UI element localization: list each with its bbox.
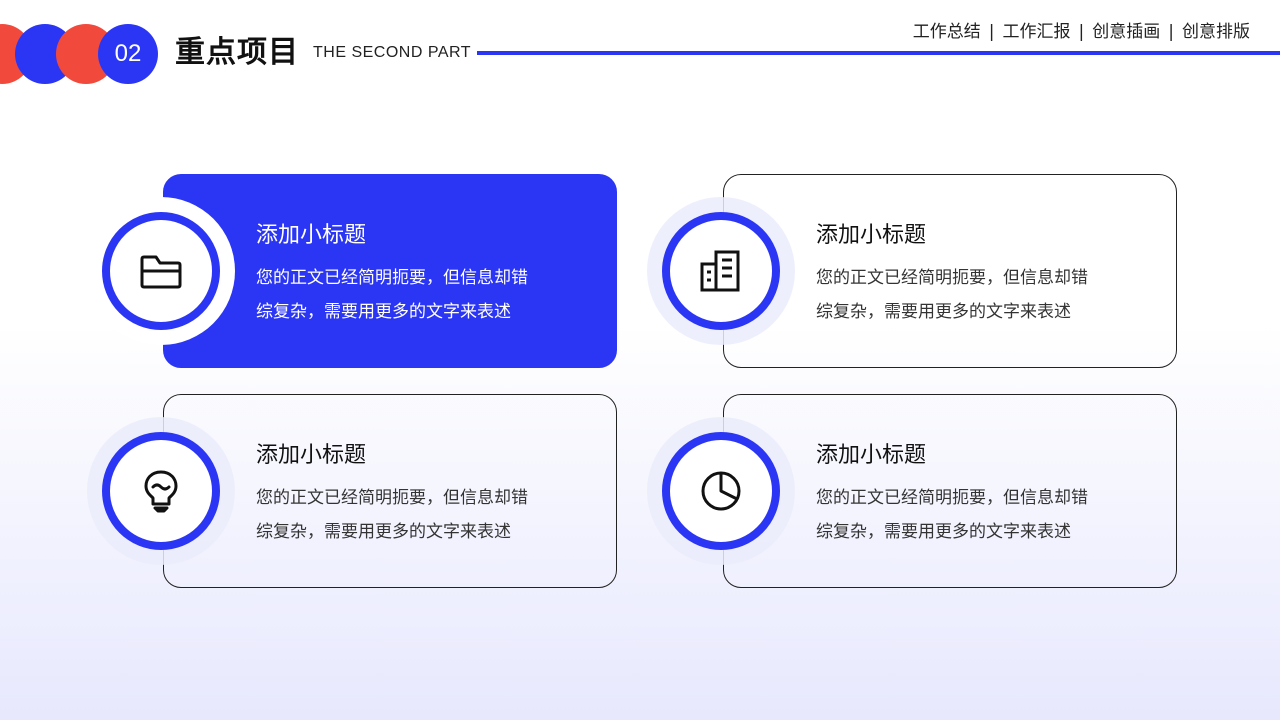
card-body-line: 综复杂，需要用更多的文字来表述: [816, 302, 1071, 322]
nav-item-creative-layout[interactable]: 创意排版: [1182, 20, 1250, 44]
card-body-line: 综复杂，需要用更多的文字来表述: [816, 522, 1071, 542]
nav-item-work-report[interactable]: 工作汇报: [1003, 20, 1071, 44]
card-body: 您的正文已经简明扼要，但信息却错 综复杂，需要用更多的文字来表述: [816, 481, 1146, 549]
icon-badge: [662, 212, 780, 330]
nav-separator: |: [1078, 22, 1085, 42]
card-body-line: 综复杂，需要用更多的文字来表述: [256, 522, 511, 542]
nav-separator: |: [1168, 22, 1174, 42]
card-title: 添加小标题: [816, 443, 927, 468]
card-title: 添加小标题: [816, 223, 927, 248]
card-body-line: 综复杂，需要用更多的文字来表述: [256, 302, 511, 322]
lightbulb-icon: [144, 470, 178, 513]
building-icon: [700, 250, 740, 292]
nav-item-work-summary[interactable]: 工作总结: [913, 20, 981, 44]
page-subtitle: THE SECOND PART: [313, 44, 472, 61]
card-body: 您的正文已经简明扼要，但信息却错 综复杂，需要用更多的文字来表述: [816, 261, 1146, 329]
card-body-line: 您的正文已经简明扼要，但信息却错: [816, 268, 1088, 288]
top-nav: 工作总结 | 工作汇报 | 创意插画 | 创意排版: [913, 20, 1250, 44]
card-body-line: 您的正文已经简明扼要，但信息却错: [256, 488, 528, 508]
card-body-line: 您的正文已经简明扼要，但信息却错: [256, 268, 528, 288]
pie-chart-icon: [701, 471, 741, 511]
nav-item-creative-illustration[interactable]: 创意插画: [1092, 20, 1160, 44]
card-body-line: 您的正文已经简明扼要，但信息却错: [816, 488, 1088, 508]
card-title: 添加小标题: [256, 443, 367, 468]
card-title: 添加小标题: [256, 223, 367, 248]
folder-icon: [140, 255, 182, 289]
header-divider-line: [477, 51, 1280, 55]
card-body: 您的正文已经简明扼要，但信息却错 综复杂，需要用更多的文字来表述: [256, 481, 586, 549]
icon-badge: [102, 212, 220, 330]
nav-separator: |: [988, 22, 995, 42]
page-title: 重点项目: [175, 35, 299, 70]
icon-badge: [662, 432, 780, 550]
card-body: 您的正文已经简明扼要，但信息却错 综复杂，需要用更多的文字来表述: [256, 261, 586, 329]
section-number: 02: [98, 24, 158, 84]
icon-badge: [102, 432, 220, 550]
